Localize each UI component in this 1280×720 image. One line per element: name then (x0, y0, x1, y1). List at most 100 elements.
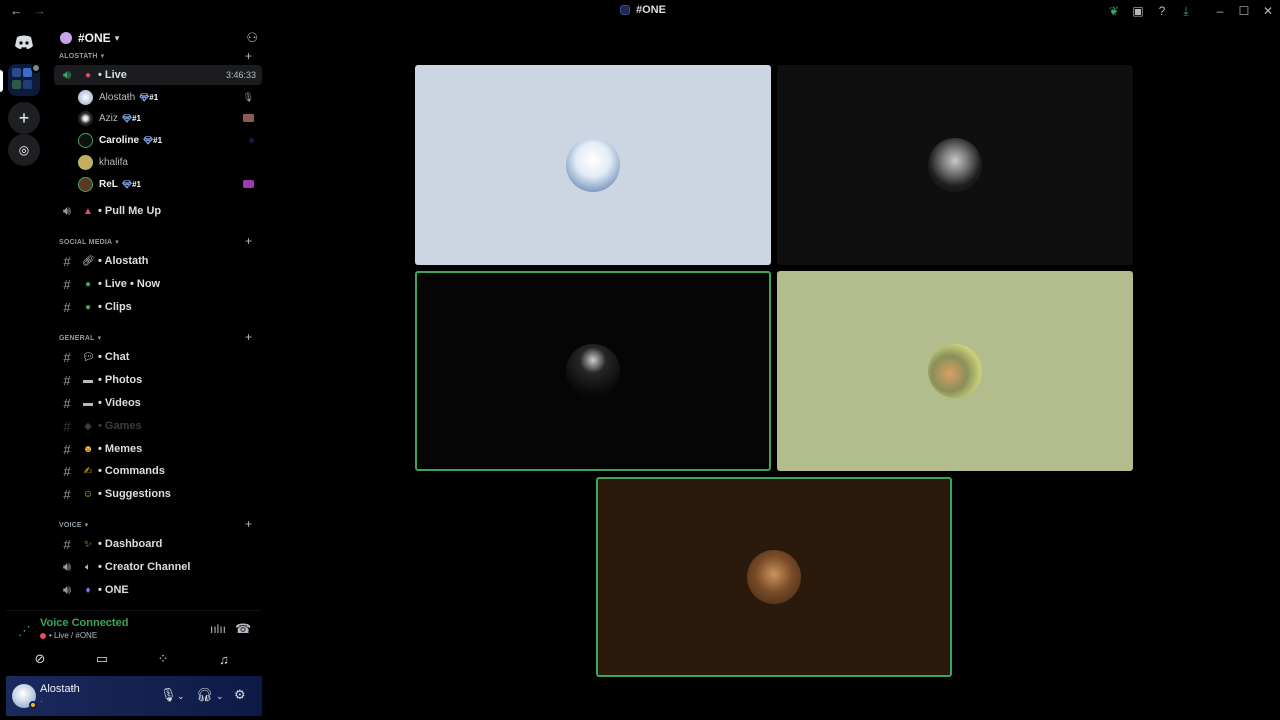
channel-name: • Dashboard (98, 538, 163, 550)
live-dot-icon (40, 632, 46, 639)
video-tile[interactable] (415, 271, 771, 471)
channel-sidebar: #ONE ▾ ⚇ ALOSTATH ▾ + 🔊︎ ● • Live 3:46:33… (48, 22, 266, 610)
category-label: VOICE (59, 521, 82, 529)
channel-memes[interactable]: # ☻ • Memes (54, 439, 262, 459)
speaker-emoji-icon: 🔈︎ (85, 561, 91, 573)
voice-user[interactable]: ReL 💎︎#1 (78, 174, 258, 194)
voice-user[interactable]: Alostaŧh 💎︎#1 🎙︎ (78, 87, 258, 107)
soundboard-icon[interactable]: ♫ (212, 649, 236, 669)
add-channel-icon[interactable]: + (245, 330, 252, 344)
channel-commands[interactable]: # ✍︎ • Commands (54, 461, 262, 481)
category-social-media[interactable]: SOCIAL MEDIA ▾ (59, 238, 119, 247)
avatar (928, 138, 982, 192)
writing-hand-icon: ✍︎ (83, 465, 93, 477)
channel-pull-me-up[interactable]: 🔊︎ ▲ • Pull Me Up (54, 201, 262, 221)
compass-icon[interactable]: ◎ (8, 134, 40, 166)
camera-icon: ▬ (83, 374, 93, 386)
category-label: SOCIAL MEDIA (59, 238, 113, 246)
chevron-down-icon[interactable]: ⌄ (216, 691, 224, 702)
inbox-icon[interactable]: ▣ (1126, 0, 1150, 22)
history-nav: ← → (10, 3, 46, 18)
hashtag-icon: # (63, 536, 71, 552)
speaker-icon: 🔊︎ (62, 67, 72, 82)
add-server-icon[interactable]: + (8, 102, 40, 134)
channel-name: • Videos (98, 397, 141, 409)
voice-user[interactable]: Aziz 💎︎#1 (78, 108, 258, 128)
channel-live[interactable]: 🔊︎ ● • Live 3:46:33 (54, 65, 262, 85)
voice-user[interactable]: khalifa (78, 152, 258, 172)
category-alostath[interactable]: ALOSTATH ▾ (59, 52, 104, 61)
channel-chat[interactable]: # 💬︎ • Chat (54, 347, 262, 367)
title-bar: ← → #ONE ❦ ▣ ? ⤓ – ☐ ✕ (0, 0, 1280, 22)
voice-user[interactable]: Caroline 💎︎#1 (78, 130, 258, 150)
channel-videos[interactable]: # ▬ • Videos (54, 393, 262, 413)
user-name: Aziz (99, 112, 118, 124)
video-tile[interactable] (777, 65, 1133, 265)
avatar (928, 344, 982, 398)
avatar (78, 132, 93, 148)
category-label: ALOSTATH (59, 52, 98, 60)
minimize-icon[interactable]: – (1208, 0, 1232, 22)
noise-suppression-icon[interactable]: ıılıı (210, 622, 226, 636)
hashtag-icon: # (63, 372, 71, 388)
channel-alostath[interactable]: # 🔗︎ • Alostath (54, 251, 262, 271)
add-channel-icon[interactable]: + (245, 234, 252, 248)
channel-clips[interactable]: # ● • Clips (54, 297, 262, 317)
channel-name: • Pull Me Up (98, 205, 162, 217)
channel-dashboard[interactable]: # ✨︎ • Dashboard (54, 534, 262, 554)
user-name: Caroline (99, 134, 140, 146)
microphone-icon: 🎙︎ (242, 91, 254, 102)
category-general[interactable]: GENERAL ▾ (59, 334, 101, 343)
user-name: khalifa (99, 156, 128, 168)
channel-live-now[interactable]: # ● • Live • Now (54, 274, 262, 294)
add-channel-icon[interactable]: + (245, 517, 252, 531)
headphones-icon[interactable]: 🎧︎ (196, 687, 213, 703)
status-dot-icon (249, 137, 254, 143)
channel-suggestions[interactable]: # ☺ • Suggestions (54, 484, 262, 504)
forward-arrow-icon[interactable]: → (33, 3, 46, 18)
close-icon[interactable]: ✕ (1256, 0, 1280, 22)
link-icon: 🔗︎ (82, 255, 95, 267)
add-channel-icon[interactable]: + (245, 49, 252, 63)
chevron-down-icon: ▾ (114, 32, 120, 43)
channel-games[interactable]: # ◆ • Games (54, 416, 262, 436)
chevron-down-icon[interactable]: ⌄ (177, 691, 185, 702)
hashtag-icon: # (63, 441, 71, 457)
green-circle-icon: ● (84, 301, 92, 313)
server-badge-icon (60, 32, 72, 44)
download-icon[interactable]: ⤓ (1174, 0, 1198, 22)
camera-off-icon[interactable]: ⊘ (28, 649, 52, 669)
add-member-icon[interactable]: ⚇ (246, 30, 258, 46)
server-name: #ONE (78, 31, 111, 45)
avatar (78, 110, 93, 126)
voice-status[interactable]: Voice Connected (40, 617, 128, 629)
channel-name: • Creator Channel (98, 561, 191, 573)
channel-one[interactable]: 🔊︎ ♦ • ONE (54, 580, 262, 600)
nitro-leaf-icon[interactable]: ❦ (1102, 0, 1126, 22)
activities-icon[interactable]: ⁘ (151, 649, 175, 669)
video-tile[interactable] (596, 477, 952, 677)
channel-name: • Live • Now (98, 278, 161, 290)
channel-photos[interactable]: # ▬ • Photos (54, 370, 262, 390)
hashtag-icon: # (63, 349, 71, 365)
video-tile[interactable] (777, 271, 1133, 471)
help-icon[interactable]: ? (1150, 0, 1174, 22)
discord-logo-icon[interactable] (8, 26, 40, 58)
server-header[interactable]: #ONE ▾ ⚇ (48, 22, 266, 54)
screen-share-icon[interactable]: ▭ (90, 649, 114, 669)
user-name[interactable]: Alostaŧh (40, 683, 80, 695)
voice-location[interactable]: • Live / #ONE (40, 631, 97, 640)
user-name: Alostaŧh (99, 91, 136, 103)
channel-creator[interactable]: 🔊︎ 🔈︎ • Creator Channel (54, 557, 262, 577)
microphone-icon[interactable]: 🎙︎ (160, 687, 177, 703)
video-tile[interactable] (415, 65, 771, 265)
signal-strength-icon[interactable]: ⋰ (18, 623, 31, 639)
channel-name: • Suggestions (98, 488, 171, 500)
back-arrow-icon[interactable]: ← (10, 3, 23, 18)
gear-icon[interactable]: ⚙ (234, 687, 246, 703)
category-voice[interactable]: VOICE ▾ (59, 521, 89, 530)
category-label: GENERAL (59, 334, 95, 342)
voice-location-text: • Live / #ONE (49, 631, 98, 640)
maximize-icon[interactable]: ☐ (1232, 0, 1256, 22)
disconnect-icon[interactable]: ☎︎ (235, 621, 251, 637)
